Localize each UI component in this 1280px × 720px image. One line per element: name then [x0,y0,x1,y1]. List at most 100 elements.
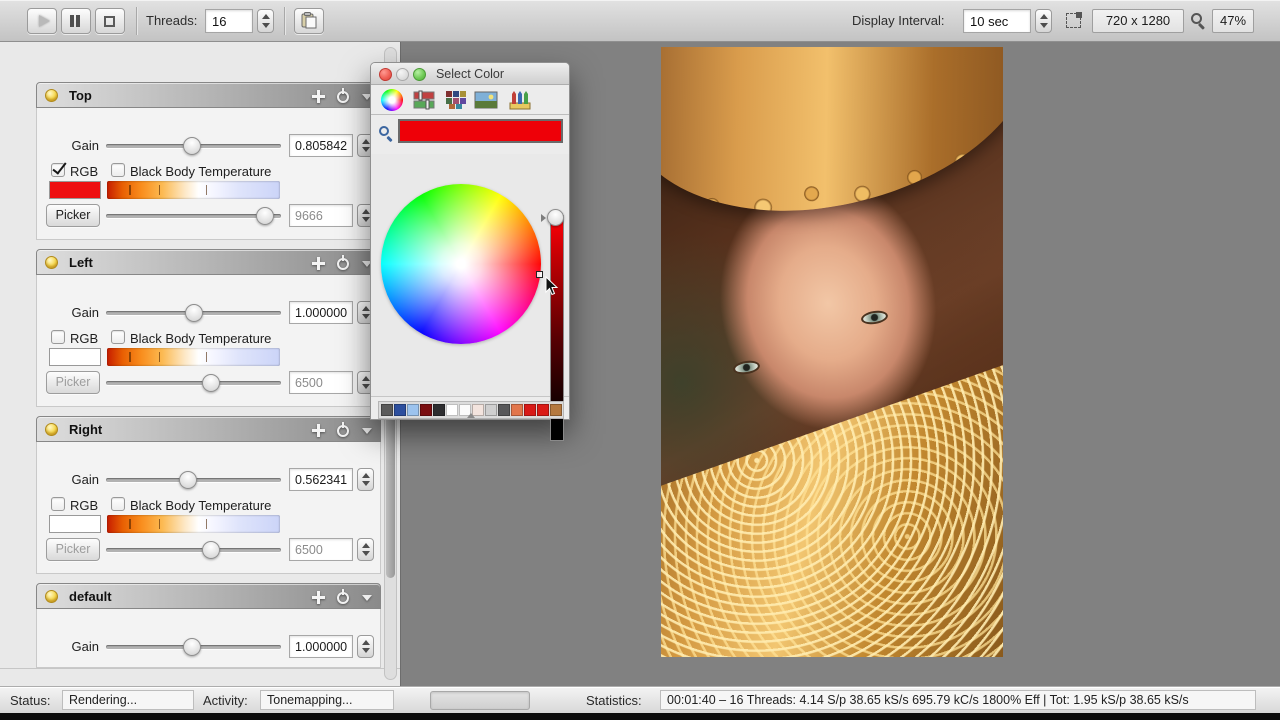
gain-value-input[interactable] [289,635,353,658]
palette-swatch[interactable] [537,404,549,416]
power-icon[interactable] [337,91,349,103]
palette-swatch[interactable] [407,404,419,416]
gradient-tick [159,519,161,529]
blackbody-gradient-slider[interactable] [107,348,280,366]
light-group-header[interactable]: Left [36,249,381,275]
color-sliders-mode-button[interactable] [411,88,437,112]
picker-button[interactable]: Picker [46,371,100,394]
chevron-down-icon[interactable] [362,595,372,601]
gain-stepper[interactable] [357,635,374,658]
add-icon[interactable] [312,591,325,604]
add-icon[interactable] [312,257,325,270]
chevron-down-icon[interactable] [362,428,372,434]
power-icon[interactable] [337,592,349,604]
slider-thumb[interactable] [183,638,201,656]
light-group-title: default [69,589,112,604]
temperature-value-input[interactable] [289,371,353,394]
statistics-value: 00:01:40 – 16 Threads: 4.14 S/p 38.65 kS… [660,690,1256,710]
blackbody-checkbox[interactable] [111,163,125,177]
render-pause-button[interactable] [61,8,91,34]
gradient-tick [206,185,208,195]
magnifier-icon[interactable] [379,126,389,136]
blackbody-gradient-slider[interactable] [107,515,280,533]
light-group-header[interactable]: Top [36,82,381,108]
image-palettes-mode-button[interactable] [473,88,499,112]
group-color-swatch[interactable] [49,181,101,199]
temperature-value-input[interactable] [289,538,353,561]
render-start-button[interactable] [27,8,57,34]
gain-slider[interactable] [106,136,281,156]
palette-swatch[interactable] [446,404,458,416]
zoom-icon [1191,13,1202,24]
palette-swatch[interactable] [550,404,562,416]
crayons-mode-button[interactable] [507,88,533,112]
progress-bar [430,691,530,710]
slider-thumb[interactable] [256,207,274,225]
mode-row: RGB Black Body Temperature [37,163,380,179]
threads-input[interactable] [205,9,253,33]
slider-thumb[interactable] [179,471,197,489]
status-label: Status: [10,693,50,708]
slider-thumb[interactable] [202,541,220,559]
slider-track [106,381,281,385]
slider-track [106,548,281,552]
display-interval-input[interactable] [963,9,1031,33]
color-wheel-mode-button[interactable] [379,88,405,112]
rgb-checkbox[interactable] [51,497,65,511]
palette-swatch[interactable] [511,404,523,416]
gain-value-input[interactable] [289,134,353,157]
rgb-checkbox[interactable] [51,163,65,177]
copy-to-clipboard-button[interactable] [294,8,324,34]
gain-value-input[interactable] [289,301,353,324]
color-wheel-selector[interactable] [536,271,543,278]
color-palette-mode-button[interactable] [443,88,469,112]
gain-slider[interactable] [106,470,281,490]
color-wheel[interactable] [381,184,541,344]
dialog-current-color-row [371,116,569,154]
temperature-slider[interactable] [106,540,281,560]
slider-thumb[interactable] [185,304,203,322]
gain-slider[interactable] [106,303,281,323]
gain-stepper[interactable] [357,468,374,491]
swatch-row [37,348,380,366]
gain-value-input[interactable] [289,468,353,491]
palette-swatch[interactable] [498,404,510,416]
render-stop-button[interactable] [95,8,125,34]
status-bar: Status: Rendering... Activity: Tonemappi… [0,686,1280,713]
palette-swatch[interactable] [433,404,445,416]
blackbody-checkbox[interactable] [111,330,125,344]
blackbody-gradient-slider[interactable] [107,181,280,199]
brightness-slider-thumb[interactable] [547,209,564,226]
light-group-header[interactable]: Right [36,416,381,442]
gain-label: Gain [57,138,99,153]
picker-button[interactable]: Picker [46,538,100,561]
temperature-value-input[interactable] [289,204,353,227]
power-icon[interactable] [337,425,349,437]
add-icon[interactable] [312,424,325,437]
display-interval-stepper[interactable] [1035,9,1052,33]
palette-swatch[interactable] [394,404,406,416]
slider-thumb[interactable] [202,374,220,392]
blackbody-checkbox[interactable] [111,497,125,511]
power-icon[interactable] [337,258,349,270]
status-value: Rendering... [62,690,194,710]
temperature-slider[interactable] [106,206,281,226]
temperature-slider[interactable] [106,373,281,393]
palette-swatch[interactable] [485,404,497,416]
dialog-titlebar[interactable]: Select Color [371,63,569,85]
pause-icon [70,15,74,27]
group-color-swatch[interactable] [49,348,101,366]
palette-swatch[interactable] [524,404,536,416]
gain-slider[interactable] [106,637,281,657]
rgb-checkbox[interactable] [51,330,65,344]
palette-swatch[interactable] [420,404,432,416]
palette-swatch[interactable] [381,404,393,416]
group-color-swatch[interactable] [49,515,101,533]
add-icon[interactable] [312,90,325,103]
threads-stepper[interactable] [257,9,274,33]
picker-button[interactable]: Picker [46,204,100,227]
swatch-drawer-handle-icon[interactable] [467,413,475,418]
temperature-stepper[interactable] [357,538,374,561]
slider-thumb[interactable] [183,137,201,155]
light-group-header[interactable]: default [36,583,381,609]
